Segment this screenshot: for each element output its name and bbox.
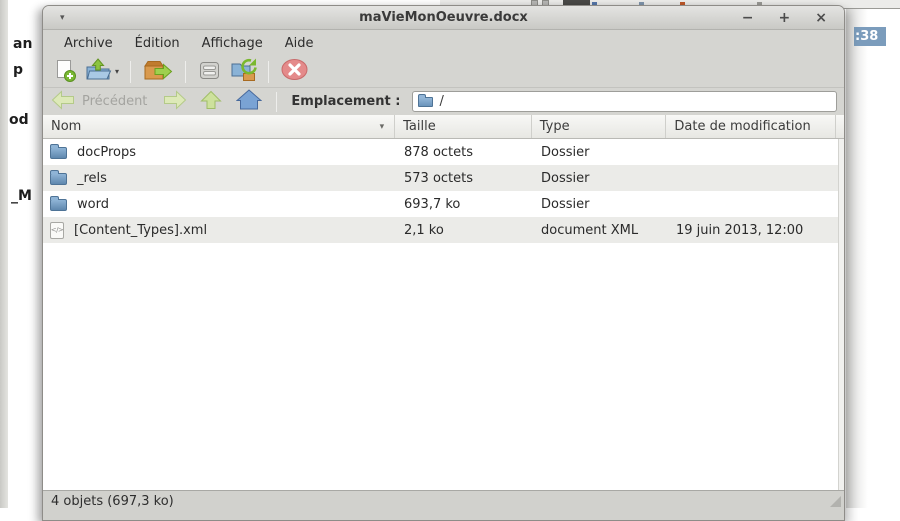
status-text: 4 objets (697,3 ko) xyxy=(51,494,174,509)
background-text-fragment: an xyxy=(13,36,32,52)
toolbar-separator xyxy=(185,61,186,83)
up-button[interactable] xyxy=(200,90,222,114)
titlebar: ▾ maVieMonOeuvre.docx − + × xyxy=(43,6,844,30)
column-header-size[interactable]: Taille xyxy=(395,115,532,138)
background-text-fragment: od xyxy=(9,112,29,128)
convert-archive-button[interactable] xyxy=(226,58,261,86)
file-type: document XML xyxy=(533,223,668,238)
location-separator xyxy=(276,92,277,112)
forward-arrow-icon xyxy=(163,90,187,114)
open-dropdown-caret-icon[interactable]: ▾ xyxy=(115,67,119,76)
back-arrow-icon xyxy=(51,90,75,114)
location-bar: Précédent Emplacement : / xyxy=(43,87,844,115)
xml-document-icon: </> xyxy=(50,222,64,239)
window-menu-icon[interactable]: ▾ xyxy=(60,13,65,23)
toolbar-separator xyxy=(130,61,131,83)
extract-button[interactable] xyxy=(138,58,178,86)
file-size: 878 octets xyxy=(396,145,533,160)
background-left-strip xyxy=(0,0,8,508)
table-row[interactable]: _rels 573 octets Dossier xyxy=(43,165,838,191)
menubar: Archive Édition Affichage Aide xyxy=(43,30,844,56)
stop-button[interactable] xyxy=(276,58,313,86)
back-button-label: Précédent xyxy=(82,94,147,109)
background-text-fragment: _M xyxy=(11,188,32,204)
column-header-label: Type xyxy=(540,119,570,134)
folder-icon xyxy=(50,147,67,159)
column-header-type[interactable]: Type xyxy=(532,115,667,138)
location-label: Emplacement : xyxy=(291,94,400,109)
column-header-filler xyxy=(836,115,844,138)
column-header-name[interactable]: Nom ▾ xyxy=(43,115,395,138)
resize-grip[interactable] xyxy=(830,496,841,507)
menu-affichage[interactable]: Affichage xyxy=(191,36,274,51)
background-gradient xyxy=(846,0,900,508)
file-name: _rels xyxy=(77,171,107,186)
table-header: Nom ▾ Taille Type Date de modification xyxy=(43,115,844,139)
sort-indicator-icon: ▾ xyxy=(380,122,385,132)
location-input[interactable]: / xyxy=(412,91,837,112)
toolbar: ▾ xyxy=(43,56,844,87)
stop-icon xyxy=(280,58,309,85)
folder-icon xyxy=(418,97,433,107)
convert-archive-icon xyxy=(230,57,257,86)
menu-archive[interactable]: Archive xyxy=(53,36,124,51)
table-row[interactable]: word 693,7 ko Dossier xyxy=(43,191,838,217)
menu-aide[interactable]: Aide xyxy=(274,36,325,51)
home-button[interactable] xyxy=(236,89,262,114)
file-name: [Content_Types].xml xyxy=(74,223,207,238)
table-row[interactable]: </> [Content_Types].xml 2,1 ko document X… xyxy=(43,217,838,243)
background-text-fragment: p xyxy=(13,62,23,78)
open-archive-button[interactable]: ▾ xyxy=(81,58,123,86)
toolbar-separator xyxy=(268,61,269,83)
file-name: word xyxy=(77,197,109,212)
file-type: Dossier xyxy=(533,197,668,212)
scrollbar-track[interactable] xyxy=(838,139,844,490)
window-title: maVieMonOeuvre.docx xyxy=(43,10,844,25)
table-row[interactable]: docProps 878 octets Dossier xyxy=(43,139,838,165)
file-list: docProps 878 octets Dossier _rels 573 oc… xyxy=(43,139,844,490)
maximize-button[interactable]: + xyxy=(779,6,791,30)
save-archive-icon xyxy=(197,58,222,86)
file-date: 19 juin 2013, 12:00 xyxy=(668,223,838,238)
back-button[interactable]: Précédent xyxy=(51,90,159,114)
status-bar: 4 objets (697,3 ko) xyxy=(43,490,844,520)
file-size: 693,7 ko xyxy=(396,197,533,212)
open-archive-icon xyxy=(85,58,112,86)
folder-icon xyxy=(50,173,67,185)
window-controls: − + × xyxy=(742,6,844,30)
minimize-button[interactable]: − xyxy=(742,6,754,30)
column-header-label: Nom xyxy=(51,119,81,134)
save-archive-button[interactable] xyxy=(193,58,226,86)
file-name: docProps xyxy=(77,145,136,160)
close-button[interactable]: × xyxy=(815,6,827,30)
file-rows: docProps 878 octets Dossier _rels 573 oc… xyxy=(43,139,838,490)
location-path[interactable]: / xyxy=(439,94,443,109)
file-type: Dossier xyxy=(533,171,668,186)
archive-manager-window: ▾ maVieMonOeuvre.docx − + × Archive Édit… xyxy=(42,5,845,521)
new-archive-button[interactable] xyxy=(49,58,81,86)
up-arrow-icon xyxy=(200,90,222,114)
forward-button[interactable] xyxy=(163,90,187,114)
column-header-label: Taille xyxy=(403,119,436,134)
column-header-date[interactable]: Date de modification xyxy=(666,115,836,138)
home-icon xyxy=(236,89,262,114)
extract-icon xyxy=(142,57,174,86)
file-size: 2,1 ko xyxy=(396,223,533,238)
new-archive-icon xyxy=(53,58,77,86)
clock-badge: :38 xyxy=(854,27,886,46)
file-type: Dossier xyxy=(533,145,668,160)
file-size: 573 octets xyxy=(396,171,533,186)
folder-icon xyxy=(50,199,67,211)
column-header-label: Date de modification xyxy=(674,119,810,134)
menu-edition[interactable]: Édition xyxy=(124,36,191,51)
